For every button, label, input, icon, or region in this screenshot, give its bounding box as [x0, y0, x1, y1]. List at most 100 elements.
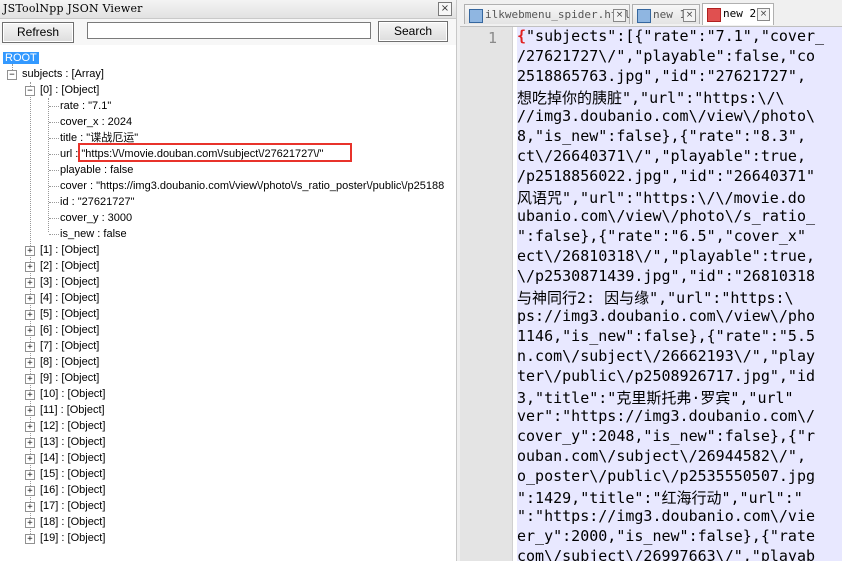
expand-toggle-icon[interactable]: +	[25, 454, 35, 464]
expand-toggle-icon[interactable]: +	[25, 438, 35, 448]
panel-title: JSToolNpp JSON Viewer	[3, 2, 143, 15]
tree-node-item[interactable]: [14] : [Object]	[40, 450, 105, 466]
code-line: ct\/26640371\/","playable":true,	[517, 147, 842, 167]
expand-toggle-icon[interactable]: +	[25, 470, 35, 480]
code-line: ouban.com\/subject\/26944582\/",	[517, 447, 842, 467]
tree-node-item[interactable]: [15] : [Object]	[40, 466, 105, 482]
code-line: 3,"title":"克里斯托弗·罗宾","url"	[517, 387, 842, 407]
line-number: 1	[487, 29, 497, 47]
code-line: 1146,"is_new":false},{"rate":"5.5	[517, 327, 842, 347]
tree-node-item[interactable]: [12] : [Object]	[40, 418, 105, 434]
code-line: n.com\/subject\/26662193\/","play	[517, 347, 842, 367]
expand-toggle-icon[interactable]: +	[25, 374, 35, 384]
tab-label: ilkwebmenu_spider.html	[485, 8, 630, 21]
tab-label: new 2	[723, 7, 757, 20]
search-button[interactable]: Search	[378, 21, 448, 42]
code-line: ":"https://img3.doubanio.com\/vie	[517, 507, 842, 527]
tree-node-item[interactable]: [2] : [Object]	[40, 258, 99, 274]
editor-tab[interactable]: new 2 ×	[702, 3, 774, 25]
panel-titlebar: JSToolNpp JSON Viewer ×	[0, 0, 456, 19]
code-line: 想吃掉你的胰脏","url":"https:\/\	[517, 87, 842, 107]
code-line: cover_y":2048,"is_new":false},{"r	[517, 427, 842, 447]
code-line: ubanio.com\/view\/photo\/s_ratio_	[517, 207, 842, 227]
code-editor[interactable]: 1 {"subjects":[{"rate":"7.1","cover_/276…	[460, 27, 842, 561]
code-line: o_poster\/public\/p2535550507.jpg	[517, 467, 842, 487]
expand-toggle-icon[interactable]: +	[25, 326, 35, 336]
code-text[interactable]: {"subjects":[{"rate":"7.1","cover_/27621…	[517, 27, 842, 561]
code-line: \/p2530871439.jpg","id":"26810318	[517, 267, 842, 287]
expand-toggle-icon[interactable]: +	[25, 262, 35, 272]
tree-field-0[interactable]: rate : "7.1"	[60, 98, 111, 114]
expand-toggle-icon[interactable]: +	[25, 278, 35, 288]
tree-field-8[interactable]: is_new : false	[60, 226, 127, 242]
tab-label: new 1	[653, 8, 687, 21]
code-line: 与神同行2: 因与缘","url":"https:\	[517, 287, 842, 307]
expand-toggle-icon[interactable]: +	[25, 342, 35, 352]
refresh-button[interactable]: Refresh	[2, 22, 74, 43]
code-line: //img3.doubanio.com\/view\/photo\	[517, 107, 842, 127]
code-line: er_y":2000,"is_new":false},{"rate	[517, 527, 842, 547]
tree-node-item[interactable]: [1] : [Object]	[40, 242, 99, 258]
code-line: ver":"https://img3.doubanio.com\/	[517, 407, 842, 427]
tree-node-item[interactable]: [10] : [Object]	[40, 386, 105, 402]
tree-node-item[interactable]: [13] : [Object]	[40, 434, 105, 450]
tree-node-item[interactable]: [4] : [Object]	[40, 290, 99, 306]
code-line: ter\/public\/p2508926717.jpg","id	[517, 367, 842, 387]
expand-toggle-icon[interactable]: +	[25, 310, 35, 320]
tree-node-item[interactable]: [17] : [Object]	[40, 498, 105, 514]
file-icon	[637, 9, 651, 23]
expand-toggle-icon[interactable]: +	[25, 422, 35, 432]
tree-field-6[interactable]: id : "27621727"	[60, 194, 134, 210]
search-input[interactable]	[87, 22, 371, 39]
expand-toggle-icon[interactable]: +	[25, 486, 35, 496]
code-line: /27621727\/","playable":false,"co	[517, 47, 842, 67]
tree-node-item[interactable]: [19] : [Object]	[40, 530, 105, 546]
tree-node-item[interactable]: [9] : [Object]	[40, 370, 99, 386]
expand-toggle-icon[interactable]: +	[25, 518, 35, 528]
tab-close-icon[interactable]: ×	[683, 9, 696, 22]
collapse-toggle-icon[interactable]: −	[25, 86, 35, 96]
expand-toggle-icon[interactable]: +	[25, 406, 35, 416]
json-viewer-panel: JSToolNpp JSON Viewer × Refresh Search R…	[0, 0, 457, 561]
code-line: 风语咒","url":"https:\/\/movie.do	[517, 187, 842, 207]
editor-tab[interactable]: new 1 ×	[632, 4, 700, 24]
code-line: ":1429,"title":"红海行动","url":"	[517, 487, 842, 507]
tree-field-4[interactable]: playable : false	[60, 162, 133, 178]
viewer-toolbar: Refresh Search	[0, 19, 456, 45]
expand-toggle-icon[interactable]: +	[25, 534, 35, 544]
code-line: ect\/26810318\/","playable":true,	[517, 247, 842, 267]
tab-close-icon[interactable]: ×	[613, 9, 626, 22]
code-line: {"subjects":[{"rate":"7.1","cover_	[517, 27, 842, 47]
editor-tab-bar: ilkwebmenu_spider.html × new 1 × new 2 ×	[460, 0, 842, 27]
expand-toggle-icon[interactable]: +	[25, 294, 35, 304]
line-number-gutter: 1	[460, 27, 513, 561]
tree-node-item[interactable]: [8] : [Object]	[40, 354, 99, 370]
tab-close-icon[interactable]: ×	[757, 8, 770, 21]
tree-node-item[interactable]: [7] : [Object]	[40, 338, 99, 354]
expand-toggle-icon[interactable]: +	[25, 246, 35, 256]
tree-node-item[interactable]: [11] : [Object]	[40, 402, 105, 418]
file-icon-unsaved	[707, 8, 721, 22]
close-panel-button[interactable]: ×	[438, 2, 452, 16]
expand-toggle-icon[interactable]: +	[25, 502, 35, 512]
editor-tab[interactable]: ilkwebmenu_spider.html ×	[464, 4, 630, 24]
tree-node-item[interactable]: [3] : [Object]	[40, 274, 99, 290]
code-line: 8,"is_new":false},{"rate":"8.3",	[517, 127, 842, 147]
tree-field-7[interactable]: cover_y : 3000	[60, 210, 132, 226]
tree-node-item-0[interactable]: [0] : [Object]	[40, 82, 99, 98]
code-line: 2518865763.jpg","id":"27621727",	[517, 67, 842, 87]
expand-toggle-icon[interactable]: +	[25, 358, 35, 368]
code-line: /p2518856022.jpg","id":"26640371"	[517, 167, 842, 187]
tree-field-5[interactable]: cover : "https://img3.doubanio.com\/view…	[60, 178, 444, 194]
code-line: ":false},{"rate":"6.5","cover_x"	[517, 227, 842, 247]
collapse-toggle-icon[interactable]: −	[7, 70, 17, 80]
tree-node-subjects[interactable]: subjects : [Array]	[22, 66, 104, 82]
code-line: com\/subject\/26997663\/","playab	[517, 547, 842, 561]
tree-field-1[interactable]: cover_x : 2024	[60, 114, 132, 130]
tree-node-item[interactable]: [6] : [Object]	[40, 322, 99, 338]
expand-toggle-icon[interactable]: +	[25, 390, 35, 400]
tree-node-item[interactable]: [18] : [Object]	[40, 514, 105, 530]
tree-root[interactable]: ROOT	[3, 52, 39, 64]
tree-node-item[interactable]: [5] : [Object]	[40, 306, 99, 322]
tree-node-item[interactable]: [16] : [Object]	[40, 482, 105, 498]
